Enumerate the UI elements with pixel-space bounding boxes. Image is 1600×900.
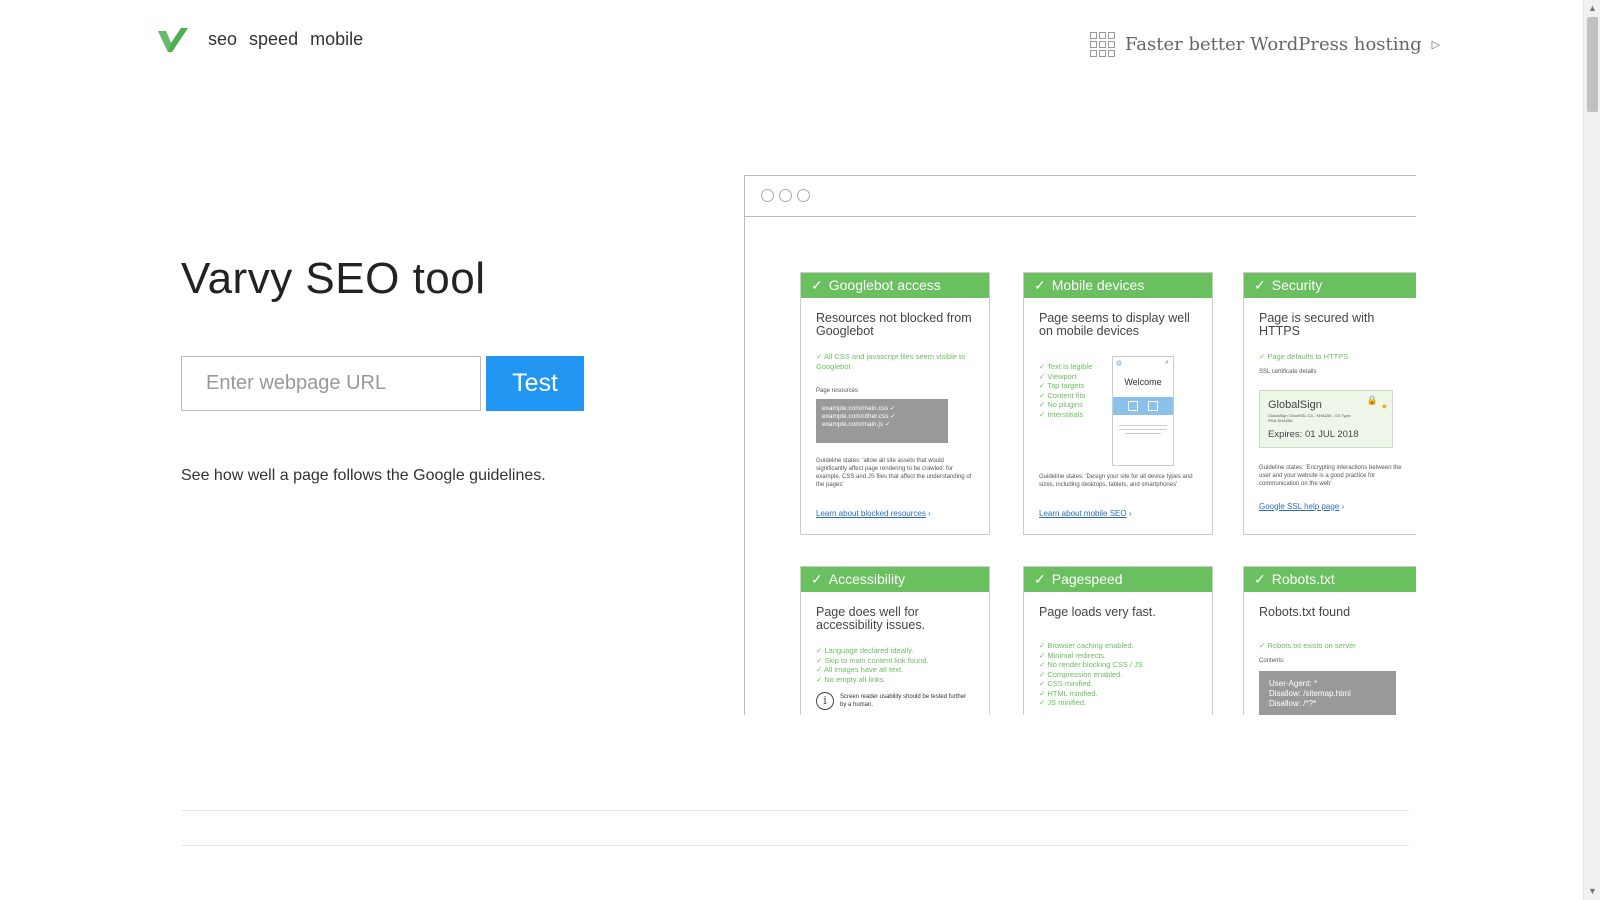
check-icon: ✓	[1034, 571, 1046, 587]
wordpress-hosting-link[interactable]: Faster better WordPress hosting ▷	[1090, 32, 1440, 57]
grid-icon	[1090, 32, 1115, 57]
scroll-up-arrow-icon[interactable]: ▲	[1584, 0, 1600, 17]
nav-link-seo[interactable]: seo	[208, 29, 237, 50]
card-mobile: ✓ Mobile devices Page seems to display we…	[1023, 272, 1213, 535]
card-title: Page is secured with HTTPS	[1259, 311, 1375, 338]
varvy-check-logo-icon[interactable]	[157, 27, 189, 53]
check-item: Robots.txt exists on server	[1259, 641, 1407, 651]
card-header: ✓ Accessibility	[801, 567, 989, 592]
divider	[181, 810, 1409, 811]
check-item: No render blocking CSS / JS.	[1039, 660, 1197, 670]
guideline-text: Guideline states: 'Design your site for …	[1039, 474, 1193, 488]
check-item: Compression enabled.	[1039, 670, 1197, 680]
card-header: ✓ Mobile devices	[1024, 273, 1212, 298]
check-icon: ✓	[1254, 571, 1266, 587]
check-item: Skip to main content link found.	[816, 656, 974, 666]
card-header: ✓ Security	[1244, 273, 1416, 298]
check-item: No empty alt links.	[816, 675, 974, 685]
scroll-down-arrow-icon[interactable]: ▼	[1584, 883, 1600, 900]
check-icon: ✓	[811, 277, 823, 293]
robots-contents-box: User-Agent: * Disallow: /sitemap.html Di…	[1259, 670, 1396, 715]
play-arrow-icon: ▷	[1431, 38, 1441, 51]
chevron-right-icon: ›	[925, 509, 931, 518]
card-header: ✓ Pagespeed	[1024, 567, 1212, 592]
learn-link[interactable]: Learn about blocked resources	[816, 509, 926, 518]
check-item: CSS minified.	[1039, 679, 1197, 689]
card-accessibility: ✓ Accessibility Page does well for access…	[800, 566, 990, 715]
scrollbar-thumb[interactable]	[1587, 17, 1598, 112]
lock-icon: 🔒	[1366, 394, 1378, 405]
card-header: ✓ Robots.txt	[1244, 567, 1416, 592]
check-item: Minimal redirects.	[1039, 651, 1197, 661]
vertical-scrollbar[interactable]: ▲ ▼	[1583, 0, 1600, 900]
ssl-certificate-box: GlobalSign GlobalSign CloudSSL CA - SHA2…	[1259, 389, 1393, 448]
check-icon: ✓	[1254, 277, 1266, 293]
tagline: See how well a page follows the Google g…	[181, 467, 546, 484]
check-item: Browser caching enabled.	[1039, 641, 1197, 651]
url-input[interactable]	[181, 356, 481, 411]
contents-label: Contents:	[1259, 657, 1285, 664]
test-button[interactable]: Test	[486, 356, 584, 411]
card-title: Robots.txt found	[1259, 605, 1351, 619]
window-dot-icon	[761, 189, 774, 202]
check-item: Language declared ideally.	[816, 646, 974, 656]
card-title: Page loads very fast.	[1039, 605, 1156, 619]
divider	[181, 845, 1409, 846]
check-item: HTML minified.	[1039, 689, 1197, 699]
image-icon	[1148, 401, 1158, 411]
screen-reader-note: Screen reader usability should be tested…	[840, 694, 967, 708]
promo-text: Faster better WordPress hosting	[1125, 34, 1422, 55]
window-dot-icon	[797, 189, 810, 202]
learn-link[interactable]: Learn about mobile SEO	[1039, 509, 1127, 518]
check-icon: ✓	[1034, 277, 1046, 293]
report-preview-illustration: ✓ Googlebot access Resources not blocked …	[744, 175, 1416, 715]
nav-link-mobile[interactable]: mobile	[310, 29, 363, 50]
resources-box: example.com/main.css ✓ example.com/other…	[816, 399, 948, 443]
info-icon: i	[816, 692, 834, 710]
award-icon: ●	[1381, 400, 1387, 411]
card-googlebot: ✓ Googlebot access Resources not blocked …	[800, 272, 990, 535]
card-title: Page seems to display well on mobile dev…	[1039, 311, 1190, 338]
phone-image-strip	[1113, 397, 1173, 415]
window-dot-icon	[779, 189, 792, 202]
page-title: Varvy SEO tool	[181, 254, 486, 303]
check-item: Page defaults to HTTPS	[1259, 352, 1407, 362]
phone-mockup: ◍ ⌕ Welcome	[1112, 356, 1174, 466]
card-pagespeed: ✓Pagespeed Page loads very fast. Browser…	[1023, 566, 1213, 715]
image-icon	[1128, 401, 1138, 411]
check-item: JS minified.	[1039, 698, 1197, 708]
card-robots: ✓Robots.txt Robots.txt found Robots.txt …	[1243, 566, 1416, 715]
browser-bar	[745, 176, 1416, 217]
card-title: Resources not blocked from Googlebot	[816, 311, 972, 338]
page: seo speed mobile Faster better WordPress…	[0, 0, 1600, 900]
check-item: All images have alt text.	[816, 665, 974, 675]
nav-link-speed[interactable]: speed	[249, 29, 298, 50]
check-icon: ✓	[811, 571, 823, 587]
chevron-right-icon: ›	[1126, 509, 1132, 518]
check-item: All CSS and javascript files seem visibl…	[816, 352, 974, 371]
guideline-text: Guideline states: 'allow all site assets…	[816, 458, 972, 488]
search-icon: ⌕	[1165, 359, 1169, 366]
top-nav: seo speed mobile	[208, 29, 363, 50]
ssl-label: SSL certificate details	[1259, 368, 1317, 375]
card-title: Page does well for accessibility issues.	[816, 605, 926, 632]
card-security: ✓Security Page is secured with HTTPS Pag…	[1243, 272, 1416, 535]
card-header: ✓ Googlebot access	[801, 273, 989, 298]
guideline-text: Guideline states: 'Encrypting interactio…	[1259, 464, 1402, 487]
resources-label: Page resources	[816, 388, 859, 394]
globe-icon: ◍	[1116, 360, 1123, 367]
learn-link[interactable]: Google SSL help page	[1259, 502, 1339, 511]
chevron-right-icon: ›	[1339, 501, 1345, 511]
